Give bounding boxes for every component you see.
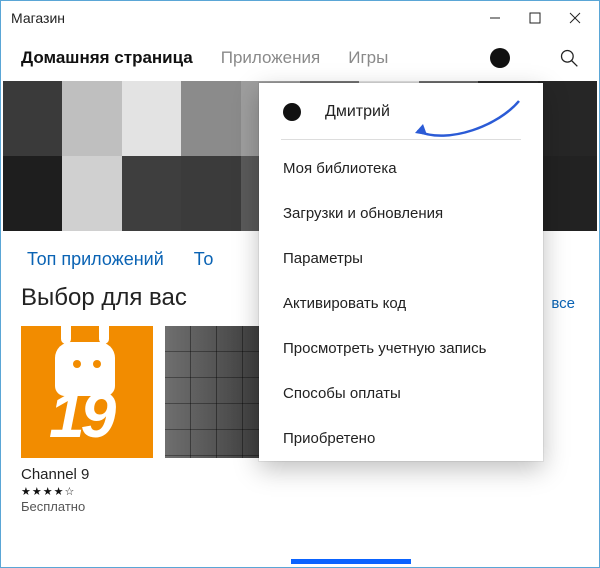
- user-avatar-icon: [283, 103, 301, 121]
- nav-row: Домашняя страница Приложения Игры: [1, 35, 599, 81]
- hero-pixel: [3, 156, 62, 231]
- menu-item-library[interactable]: Моя библиотека: [259, 146, 543, 191]
- search-icon: [559, 48, 579, 68]
- user-avatar-icon: [490, 48, 510, 68]
- tab-games[interactable]: Игры: [348, 48, 388, 68]
- app-thumbnail: 19: [21, 326, 153, 458]
- tab-home[interactable]: Домашняя страница: [21, 48, 193, 68]
- hero-pixel: [181, 156, 240, 231]
- tab-apps[interactable]: Приложения: [221, 48, 320, 68]
- hero-pixel: [62, 156, 121, 231]
- window-title: Магазин: [11, 10, 65, 26]
- close-icon: [569, 12, 581, 24]
- app-name: Channel 9: [21, 466, 153, 483]
- menu-item-purchased[interactable]: Приобретено: [259, 416, 543, 461]
- link-partial[interactable]: То: [194, 249, 214, 270]
- app-price: Бесплатно: [21, 499, 153, 514]
- hero-pixel: [122, 156, 181, 231]
- minimize-icon: [489, 12, 501, 24]
- app-rating: ★★★★☆: [21, 485, 153, 498]
- picks-title: Выбор для вас: [21, 284, 187, 312]
- menu-item-view-account[interactable]: Просмотреть учетную запись: [259, 326, 543, 371]
- menu-item-downloads[interactable]: Загрузки и обновления: [259, 191, 543, 236]
- progress-indicator: [291, 559, 411, 564]
- picks-show-all[interactable]: все: [551, 295, 575, 312]
- titlebar: Магазин: [1, 1, 599, 35]
- hero-pixel: [538, 156, 597, 231]
- app-tile-channel9[interactable]: 19 Channel 9 ★★★★☆ Бесплатно: [21, 326, 153, 514]
- menu-item-redeem-code[interactable]: Активировать код: [259, 281, 543, 326]
- hero-pixel: [122, 81, 181, 156]
- maximize-button[interactable]: [515, 4, 555, 32]
- maximize-icon: [529, 12, 541, 24]
- search-button[interactable]: [549, 38, 589, 78]
- menu-divider: [281, 139, 521, 140]
- user-menu: Дмитрий Моя библиотека Загрузки и обновл…: [259, 83, 543, 461]
- hero-pixel: [62, 81, 121, 156]
- hero-pixel: [3, 81, 62, 156]
- user-avatar-button[interactable]: [483, 41, 517, 75]
- hero-pixel: [181, 81, 240, 156]
- user-name: Дмитрий: [325, 103, 390, 121]
- menu-item-settings[interactable]: Параметры: [259, 236, 543, 281]
- menu-item-payment[interactable]: Способы оплаты: [259, 371, 543, 416]
- link-top-apps[interactable]: Топ приложений: [27, 249, 164, 270]
- user-menu-account-row[interactable]: Дмитрий: [259, 83, 543, 139]
- hero-pixel: [538, 81, 597, 156]
- minimize-button[interactable]: [475, 4, 515, 32]
- close-button[interactable]: [555, 4, 595, 32]
